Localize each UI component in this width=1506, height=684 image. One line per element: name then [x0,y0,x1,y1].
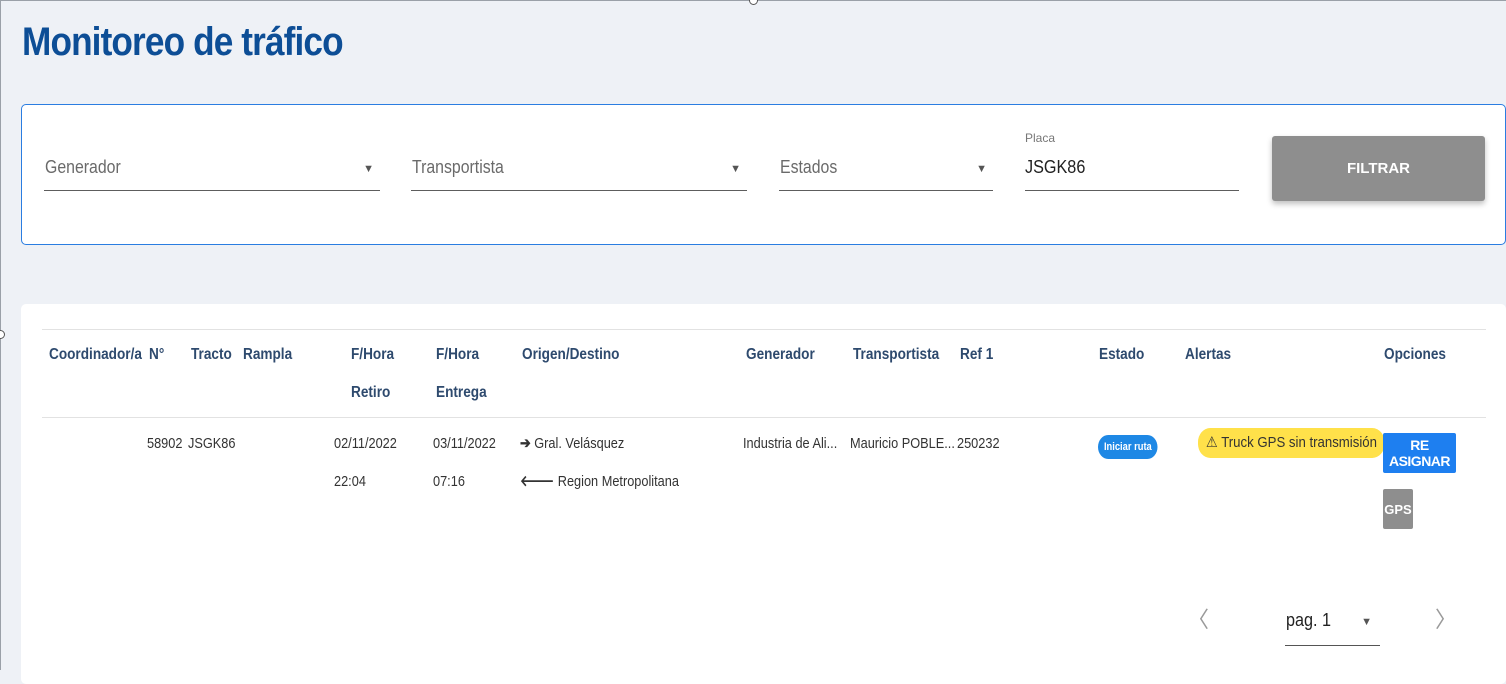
alert-text: Truck GPS sin transmisión [1221,434,1377,451]
header-retiro-line2[interactable]: Retiro [351,374,390,412]
header-generador[interactable]: Generador [746,336,815,374]
caret-down-icon: ▼ [1361,616,1372,628]
header-transportista[interactable]: Transportista [853,336,939,374]
header-estado[interactable]: Estado [1099,336,1144,374]
destino-text: Region Metropolitana [557,473,679,490]
cell-retiro-hora: 22:04 [334,473,366,490]
status-badge[interactable]: Iniciar ruta [1098,435,1158,459]
arrow-left-icon: 🡐 [520,473,555,490]
table-divider [42,417,1486,418]
cell-ref1: 250232 [957,435,1000,452]
page-title: Monitoreo de tráfico [22,20,344,64]
header-origen-destino[interactable]: Origen/Destino [522,336,619,374]
generador-select[interactable]: Generador ▼ [44,105,380,244]
header-entrega-line2[interactable]: Entrega [436,374,487,412]
estados-placeholder: Estados [780,157,838,177]
header-entrega[interactable]: F/Hora [436,336,479,374]
table-divider [42,329,1486,330]
cell-numero: 58902 [147,435,183,452]
caret-down-icon: ▼ [363,163,374,175]
generador-placeholder: Generador [45,157,121,177]
filtrar-button[interactable]: FILTRAR [1272,136,1485,201]
field-underline [779,190,993,191]
placa-input[interactable]: Placa JSGK86 [1025,105,1239,244]
chevron-right-icon[interactable]: 〉 [1435,602,1457,634]
estados-select[interactable]: Estados ▼ [779,105,993,244]
cell-transportista: Mauricio POBLE... [850,435,955,452]
header-alertas[interactable]: Alertas [1185,336,1231,374]
transportista-select[interactable]: Transportista ▼ [411,105,747,244]
placa-value: JSGK86 [1025,157,1086,177]
gps-button[interactable]: GPS [1383,489,1413,529]
cell-retiro-fecha: 02/11/2022 [334,435,397,452]
field-underline [411,190,747,191]
cell-entrega-fecha: 03/11/2022 [433,435,496,452]
origen-text: Gral. Velásquez [534,435,625,452]
cell-destino: 🡐 Region Metropolitana [520,463,679,501]
caret-down-icon: ▼ [730,163,741,175]
caret-down-icon: ▼ [976,163,987,175]
field-underline [1025,190,1239,191]
cell-origen: ➔ Gral. Velásquez [520,425,624,463]
results-table: Coordinador/a N° Tracto Rampla F/Hora Re… [21,304,1506,684]
header-tracto[interactable]: Tracto [191,336,232,374]
page-label: pag. 1 [1286,610,1332,630]
alert-badge: ⚠ Truck GPS sin transmisión [1198,428,1385,458]
header-retiro[interactable]: F/Hora [351,336,394,374]
reasignar-button[interactable]: RE ASIGNAR [1383,433,1456,473]
header-coordinador[interactable]: Coordinador/a [49,336,142,374]
header-ref1[interactable]: Ref 1 [960,336,993,374]
header-numero[interactable]: N° [149,336,164,374]
cell-entrega-hora: 07:16 [433,473,465,490]
placa-label: Placa [1025,131,1056,145]
cell-tracto: JSGK86 [188,435,236,452]
header-rampla[interactable]: Rampla [243,336,292,374]
chevron-left-icon[interactable]: 〈 [1187,602,1209,634]
page-select[interactable]: pag. 1 ▼ [1285,602,1380,646]
field-underline [44,190,380,191]
cell-generador: Industria de Ali... [743,435,838,452]
transportista-placeholder: Transportista [412,157,504,177]
warning-icon: ⚠ [1205,434,1218,451]
arrow-right-icon: ➔ [520,435,531,452]
header-opciones: Opciones [1384,346,1446,363]
filter-panel: Generador ▼ Transportista ▼ Estados ▼ Pl… [21,104,1506,245]
